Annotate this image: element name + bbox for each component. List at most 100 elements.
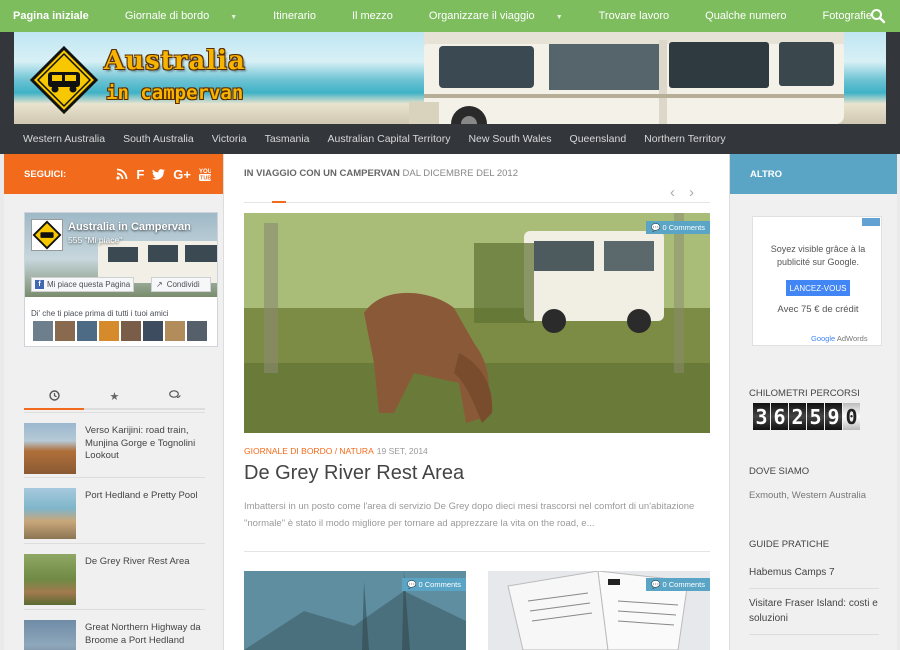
- region-nav-menu: Western Australia South Australia Victor…: [23, 124, 744, 154]
- tab-popular[interactable]: ★: [84, 388, 144, 408]
- nav-item-label: Organizzare il viaggio: [428, 10, 535, 22]
- post-title[interactable]: De Grey River Rest Area: [244, 462, 464, 485]
- main-content: IN VIAGGIO CON UN CAMPERVAN DAL DICEMBRE…: [224, 154, 729, 650]
- list-item[interactable]: Great Northern Highway da Broome a Port …: [24, 609, 205, 650]
- tab-recent[interactable]: [24, 388, 84, 408]
- region-item-northern-territory[interactable]: Northern Territory: [644, 133, 726, 145]
- chevron-down-icon: ▼: [555, 14, 563, 21]
- avatar[interactable]: [121, 321, 141, 341]
- region-item-act[interactable]: Australian Capital Territory: [328, 133, 451, 145]
- post-title-link[interactable]: Verso Karijini: road train, Munjina Gorg…: [85, 425, 203, 463]
- post-meta: GIORNALE DI BORDO / NATURA 19 SET, 2014: [244, 446, 428, 456]
- post-thumbnail[interactable]: [24, 488, 76, 539]
- site-logo-title[interactable]: Australia: [104, 46, 246, 76]
- clock-icon: [48, 390, 60, 401]
- nav-item-numbers[interactable]: Qualche numero: [705, 10, 804, 22]
- svg-text:Tube: Tube: [200, 176, 211, 182]
- list-item[interactable]: De Grey River Rest Area: [24, 543, 205, 605]
- google-plus-icon[interactable]: G+: [173, 167, 191, 182]
- list-item[interactable]: Port Hedland e Pretty Pool: [24, 477, 205, 539]
- sidebar-tabs: ★: [24, 388, 205, 410]
- facebook-cover-image[interactable]: Australia in Campervan 555 "Mi piace" fM…: [25, 213, 217, 297]
- comments-count-badge[interactable]: 💬 0 Comments: [646, 578, 710, 591]
- logo-sign-icon: [32, 220, 62, 250]
- nav-item-itinerary[interactable]: Itinerario: [273, 10, 334, 22]
- logo-sign-icon[interactable]: [30, 46, 98, 114]
- facebook-page-name[interactable]: Australia in Campervan: [68, 221, 191, 233]
- facebook-icon: f: [35, 280, 44, 289]
- google-logo-text: Google: [811, 334, 836, 343]
- avatar[interactable]: [187, 321, 207, 341]
- divider-accent: [272, 201, 286, 203]
- post-title-link[interactable]: Great Northern Highway da Broome a Port …: [85, 622, 203, 647]
- nav-item-label: Pagina iniziale: [13, 10, 89, 22]
- post-thumbnail[interactable]: [24, 620, 76, 650]
- list-item[interactable]: Verso Karijini: road train, Munjina Gorg…: [24, 412, 205, 474]
- region-item-nsw[interactable]: New South Wales: [468, 133, 551, 145]
- right-sidebar: ALTRO Soyez visible grâce à la publicité…: [729, 154, 897, 650]
- comments-count-badge[interactable]: 💬 0 Comments: [402, 578, 466, 591]
- nav-item-vehicle[interactable]: Il mezzo: [352, 10, 411, 22]
- chevron-left-icon[interactable]: ‹: [670, 184, 689, 201]
- featured-post-image[interactable]: 💬 0 Comments: [244, 213, 710, 433]
- nav-item-home[interactable]: Pagina iniziale: [13, 10, 107, 22]
- ad-cta-button[interactable]: LANCEZ-VOUS: [786, 280, 850, 296]
- km-heading: CHILOMETRI PERCORSI: [749, 388, 860, 399]
- post-title-link[interactable]: Port Hedland e Pretty Pool: [85, 490, 203, 503]
- ad-text: Soyez visible grâce à la publicité sur G…: [770, 244, 866, 267]
- guide-link[interactable]: Habemus Camps 7: [749, 565, 879, 589]
- chevron-right-icon[interactable]: ›: [689, 184, 708, 201]
- comments-count-badge[interactable]: 💬 0 Comments: [646, 221, 710, 234]
- odometer-digit: 3: [753, 403, 770, 430]
- top-nav-menu: Pagina iniziale Giornale di bordo ▼ Itine…: [13, 0, 900, 32]
- category-link[interactable]: GIORNALE DI BORDO: [244, 446, 332, 456]
- avatar[interactable]: [77, 321, 97, 341]
- post-thumbnail[interactable]: [24, 423, 76, 474]
- avatar[interactable]: [99, 321, 119, 341]
- location-value: Exmouth, Western Australia: [749, 490, 867, 501]
- avatar[interactable]: [55, 321, 75, 341]
- site-header: Australia in campervan: [0, 32, 900, 124]
- category-link[interactable]: NATURA: [339, 446, 373, 456]
- post-thumbnail[interactable]: 💬 0 Comments: [244, 571, 466, 650]
- tab-comments[interactable]: [145, 388, 205, 408]
- nav-item-logbook[interactable]: Giornale di bordo ▼: [125, 10, 255, 22]
- nav-item-label: Il mezzo: [351, 10, 393, 22]
- ad-choices-icon[interactable]: [862, 218, 880, 226]
- twitter-icon[interactable]: [152, 168, 166, 180]
- avatar[interactable]: [165, 321, 185, 341]
- facebook-like-button[interactable]: f Mi piace questa Pagina: [31, 277, 134, 292]
- region-navigation-bar: Western Australia South Australia Victor…: [0, 124, 900, 154]
- search-icon[interactable]: [870, 8, 886, 24]
- google-ad[interactable]: Soyez visible grâce à la publicité sur G…: [752, 216, 882, 346]
- guide-link[interactable]: Visitare Fraser Island: costi e soluzion…: [749, 596, 879, 635]
- guides-heading: GUIDE PRATICHE: [749, 539, 830, 550]
- nav-item-plan-trip[interactable]: Organizzare il viaggio ▼: [429, 10, 581, 22]
- active-tab-indicator: [24, 408, 84, 410]
- facebook-icon[interactable]: f: [136, 167, 144, 182]
- post-thumbnail[interactable]: 💬 0 Comments: [488, 571, 710, 650]
- region-item-tasmania[interactable]: Tasmania: [265, 133, 310, 145]
- post-thumbnail[interactable]: [24, 554, 76, 605]
- region-item-queensland[interactable]: Queensland: [570, 133, 627, 145]
- region-item-victoria[interactable]: Victoria: [212, 133, 247, 145]
- region-item-western-australia[interactable]: Western Australia: [23, 133, 105, 145]
- region-item-south-australia[interactable]: South Australia: [123, 133, 194, 145]
- youtube-icon[interactable]: YouTube: [199, 167, 211, 181]
- post-title-link[interactable]: De Grey River Rest Area: [85, 556, 203, 569]
- rss-icon[interactable]: [116, 168, 128, 180]
- odometer-digit: 0: [843, 403, 860, 430]
- facebook-page-avatar[interactable]: [31, 219, 63, 251]
- site-logo-subtitle[interactable]: in campervan: [106, 82, 243, 104]
- facebook-friend-avatars: [33, 321, 207, 341]
- campervan-image: [409, 32, 844, 124]
- facebook-likes-count: 555 "Mi piace": [68, 235, 123, 245]
- comments-count-label: 0 Comments: [662, 580, 705, 589]
- avatar[interactable]: [33, 321, 53, 341]
- avatar[interactable]: [143, 321, 163, 341]
- divider: [244, 202, 710, 203]
- facebook-share-button[interactable]: ↗ Condividi: [151, 277, 211, 292]
- header-banner[interactable]: Australia in campervan: [14, 32, 886, 124]
- nav-item-find-work[interactable]: Trovare lavoro: [599, 10, 688, 22]
- nav-item-label: Itinerario: [273, 10, 316, 22]
